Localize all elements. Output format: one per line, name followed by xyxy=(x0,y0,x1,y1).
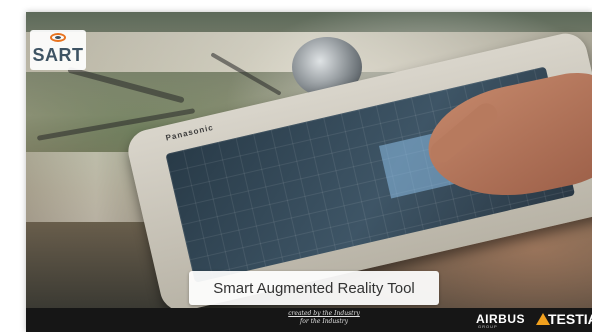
sart-logo: SART xyxy=(30,30,86,70)
testia-logo: TESTIA xyxy=(548,311,592,327)
background-photo: Panasonic xyxy=(26,12,592,308)
logo-text: SART xyxy=(32,45,84,65)
footer-tagline: created by the Industry for the Industry xyxy=(276,310,372,326)
caption-box: Smart Augmented Reality Tool xyxy=(189,271,439,305)
tagline-line-2: for the Industry xyxy=(299,318,349,325)
slide: Panasonic SART Smart Augmented Reality T… xyxy=(26,12,592,332)
airbus-group-label: GROUP xyxy=(478,324,498,329)
caption-text: Smart Augmented Reality Tool xyxy=(213,279,415,297)
cable xyxy=(67,66,185,104)
tablet-brand-label: Panasonic xyxy=(164,122,215,143)
eye-icon xyxy=(50,33,66,42)
tagline-line-1: created by the Industry xyxy=(288,310,360,317)
footer-bar: created by the Industry for the Industry… xyxy=(26,308,592,332)
